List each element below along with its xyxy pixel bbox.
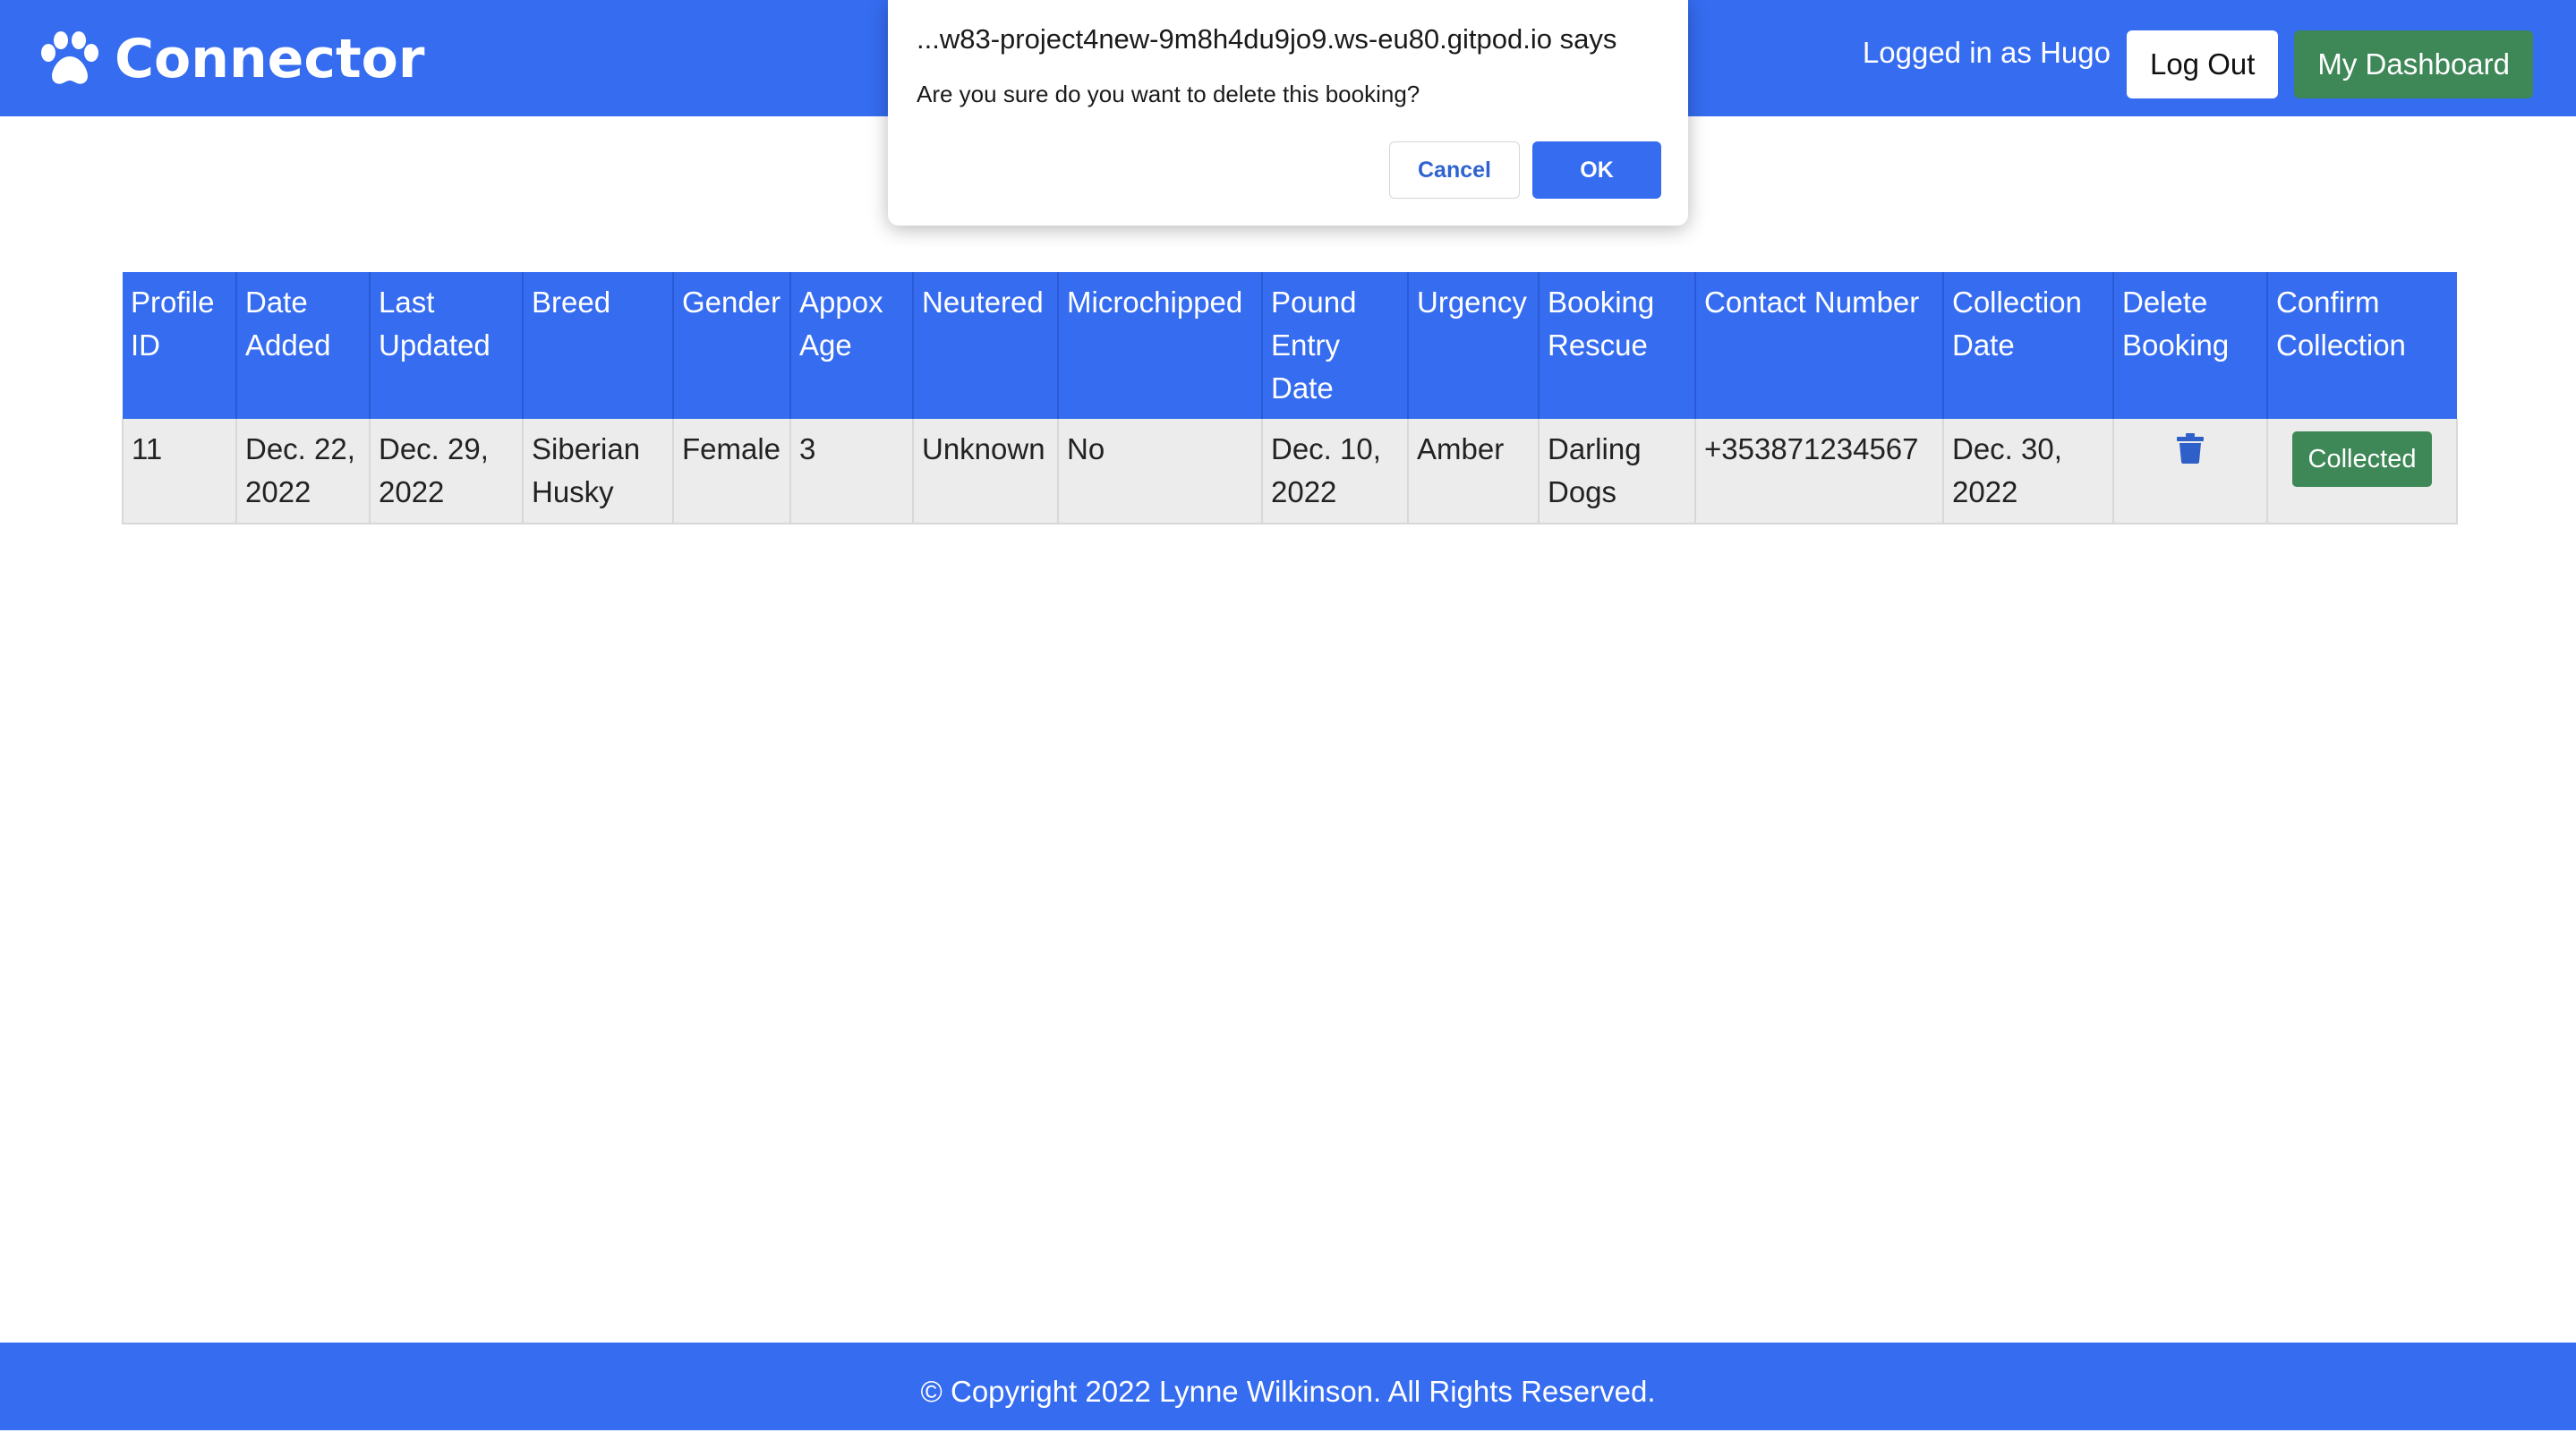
brand-name: Connector [115, 28, 425, 90]
col-neutered: Neutered [913, 272, 1059, 419]
col-contact-number: Contact Number [1695, 272, 1944, 419]
dialog-title: ...w83-project4new-9m8h4du9jo9.ws-eu80.g… [917, 23, 1617, 55]
col-microchipped: Microchipped [1058, 272, 1263, 419]
cell-age: 3 [789, 419, 914, 524]
cell-profile-id: 11 [122, 419, 237, 524]
trash-icon[interactable] [2177, 433, 2204, 464]
col-date-added: Date Added [236, 272, 371, 419]
col-urgency: Urgency [1408, 272, 1540, 419]
col-confirm-collection: Confirm Collection [2267, 272, 2457, 419]
col-breed: Breed [523, 272, 674, 419]
cell-last-updated: Dec. 29, 2022 [369, 419, 524, 524]
cancel-button[interactable]: Cancel [1389, 141, 1520, 199]
col-last-updated: Last Updated [370, 272, 524, 419]
col-collection-date: Collection Date [1943, 272, 2114, 419]
ok-button[interactable]: OK [1532, 141, 1661, 199]
collected-button[interactable]: Collected [2291, 431, 2433, 487]
cell-urgency: Amber [1407, 419, 1540, 524]
table-body: 11 Dec. 22, 2022 Dec. 29, 2022 Siberian … [122, 419, 2458, 524]
col-age: Appox Age [790, 272, 914, 419]
col-profile-id: Profile ID [123, 272, 237, 419]
logged-in-text: Logged in as Hugo [1862, 36, 2111, 69]
confirm-dialog: ...w83-project4new-9m8h4du9jo9.ws-eu80.g… [888, 0, 1688, 226]
cell-neutered: Unknown [912, 419, 1059, 524]
nav-right: Logged in as Hugo Log Out My Dashboard [1863, 30, 2533, 98]
my-dashboard-button[interactable]: My Dashboard [2294, 30, 2533, 98]
cell-booking-rescue: Darling Dogs [1538, 419, 1696, 524]
dialog-message: Are you sure do you want to delete this … [917, 81, 1420, 107]
cell-gender: Female [672, 419, 791, 524]
brand-link[interactable]: Connector [39, 25, 424, 93]
footer: © Copyright 2022 Lynne Wilkinson. All Ri… [0, 1343, 2576, 1430]
cell-pound-entry-date: Dec. 10, 2022 [1261, 419, 1409, 524]
header-row: Profile ID Date Added Last Updated Breed… [123, 272, 2457, 419]
cell-date-added: Dec. 22, 2022 [235, 419, 371, 524]
cell-collection-date: Dec. 30, 2022 [1942, 419, 2114, 524]
table-row: 11 Dec. 22, 2022 Dec. 29, 2022 Siberian … [122, 419, 2458, 524]
cell-delete-booking [2112, 419, 2268, 524]
cell-contact-number: +353871234567 [1694, 419, 1944, 524]
logout-button[interactable]: Log Out [2126, 30, 2279, 98]
cell-confirm-collection: Collected [2266, 419, 2458, 524]
cell-microchipped: No [1057, 419, 1263, 524]
col-booking-rescue: Booking Rescue [1539, 272, 1696, 419]
bookings-table: Profile ID Date Added Last Updated Breed… [122, 272, 2458, 524]
col-gender: Gender [673, 272, 791, 419]
col-delete-booking: Delete Booking [2113, 272, 2268, 419]
paw-icon [41, 31, 98, 84]
col-pound-entry-date: Pound Entry Date [1262, 272, 1409, 419]
cell-breed: Siberian Husky [522, 419, 674, 524]
copyright-text: © Copyright 2022 Lynne Wilkinson. All Ri… [920, 1375, 1656, 1408]
table-header: Profile ID Date Added Last Updated Breed… [123, 272, 2457, 419]
